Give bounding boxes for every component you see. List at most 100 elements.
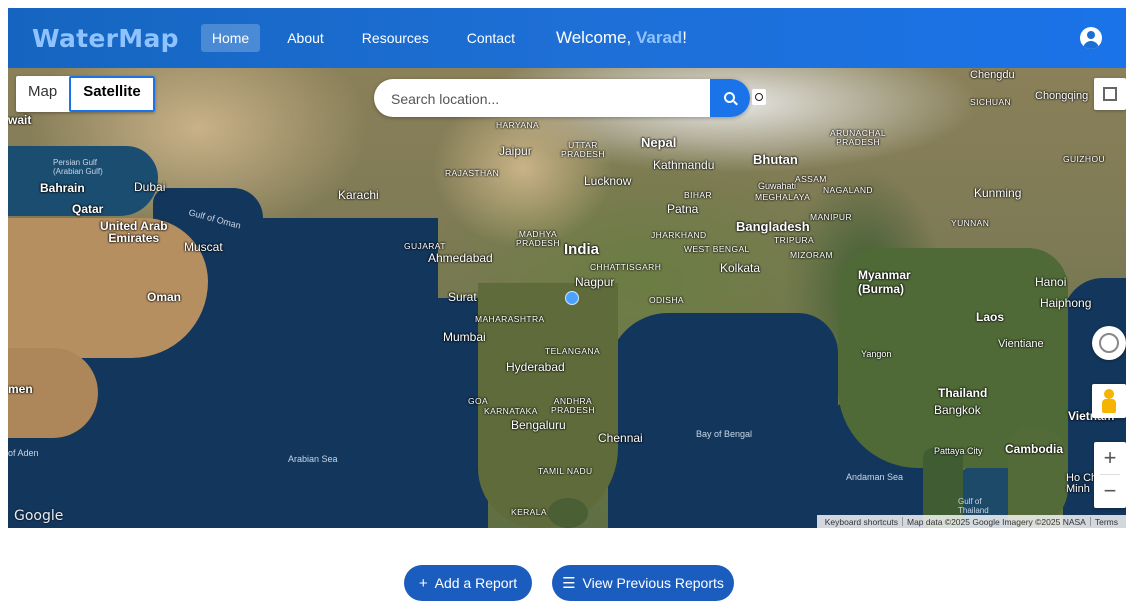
label-uttar-pradesh: UTTAR PRADESH xyxy=(561,140,605,159)
label-thailand: Thailand xyxy=(938,386,988,400)
label-madhya-pradesh: MADHYA PRADESH xyxy=(516,229,560,248)
label-gulf-of-aden: of Aden xyxy=(8,448,39,458)
list-icon: ☰ xyxy=(562,575,576,592)
label-mizoram: MIZORAM xyxy=(790,250,833,260)
label-karnataka: KARNATAKA xyxy=(484,406,538,416)
label-guwahati: Guwahati xyxy=(758,181,797,191)
label-gulf-of-thailand: Gulf of Thailand xyxy=(958,497,989,515)
label-kuwait: wait xyxy=(8,113,32,127)
label-tripura: TRIPURA xyxy=(774,235,815,245)
map-type-map[interactable]: Map xyxy=(16,76,69,108)
fullscreen-button[interactable] xyxy=(1094,78,1126,110)
label-yunnan: YUNNAN xyxy=(951,218,990,228)
plus-icon: + xyxy=(418,574,428,592)
nav-about[interactable]: About xyxy=(276,24,335,52)
map-type-control: Map Satellite xyxy=(16,76,155,112)
sri-lanka-tip xyxy=(548,498,588,528)
label-assam: ASSAM xyxy=(795,174,827,184)
welcome-prefix: Welcome, xyxy=(555,28,636,47)
label-haryana: HARYANA xyxy=(496,120,540,130)
label-dubai: Dubai xyxy=(134,180,166,194)
label-persian-gulf: Persian Gulf (Arabian Gulf) xyxy=(53,158,103,176)
label-maharashtra: MAHARASHTRA xyxy=(475,314,545,324)
label-laos: Laos xyxy=(976,310,1005,324)
nav-home[interactable]: Home xyxy=(200,24,261,52)
label-qatar: Qatar xyxy=(72,202,104,216)
camera-control-icon xyxy=(1099,333,1119,353)
street-view-pegman[interactable] xyxy=(1092,384,1126,418)
label-gujarat: GUJARAT xyxy=(404,241,446,251)
report-actions: + Add a Report ☰ View Previous Reports xyxy=(0,565,1126,601)
label-bangkok: Bangkok xyxy=(934,403,981,417)
label-patna: Patna xyxy=(667,202,699,216)
label-vientiane: Vientiane xyxy=(998,338,1044,350)
label-arabian-sea: Arabian Sea xyxy=(288,454,338,464)
label-surat: Surat xyxy=(448,290,477,304)
label-guizhou: GUIZHOU xyxy=(1063,154,1105,164)
add-report-button[interactable]: + Add a Report xyxy=(404,565,532,601)
label-myanmar: Myanmar (Burma) xyxy=(858,268,911,296)
search-input[interactable] xyxy=(389,79,703,117)
zoom-out-button[interactable]: − xyxy=(1094,475,1126,507)
label-pattaya: Pattaya City xyxy=(934,446,983,456)
map-attribution: Keyboard shortcuts Map data ©2025 Google… xyxy=(816,515,1126,528)
label-bay-of-bengal: Bay of Bengal xyxy=(696,429,753,439)
label-ahmedabad: Ahmedabad xyxy=(428,251,493,265)
main-nav: Home About Resources Contact xyxy=(200,24,542,52)
terms-link[interactable]: Terms xyxy=(1091,517,1122,527)
account-circle-icon[interactable] xyxy=(1080,27,1102,49)
location-marker[interactable] xyxy=(565,291,579,305)
label-yemen: men xyxy=(8,382,33,396)
label-chengdu: Chengdu xyxy=(970,69,1015,81)
nav-contact[interactable]: Contact xyxy=(456,24,526,52)
label-west-bengal: WEST BENGAL xyxy=(684,244,750,254)
label-tamil-nadu: TAMIL NADU xyxy=(538,466,593,476)
label-cambodia: Cambodia xyxy=(1005,442,1064,456)
nav-resources[interactable]: Resources xyxy=(351,24,440,52)
label-kunming: Kunming xyxy=(974,186,1022,200)
location-search xyxy=(374,79,750,117)
label-lucknow: Lucknow xyxy=(584,174,632,188)
keyboard-shortcuts-link[interactable]: Keyboard shortcuts xyxy=(821,517,902,527)
label-nagaland: NAGALAND xyxy=(823,185,873,195)
label-goa: GOA xyxy=(468,396,489,406)
brand-logo[interactable]: WaterMap xyxy=(32,24,179,53)
label-india: India xyxy=(564,241,600,258)
label-bihar: BIHAR xyxy=(684,190,712,200)
label-chennai: Chennai xyxy=(598,431,643,445)
label-kerala: KERALA xyxy=(511,507,547,517)
label-manipur: MANIPUR xyxy=(810,212,852,222)
label-bahrain: Bahrain xyxy=(40,181,85,195)
label-muscat: Muscat xyxy=(184,240,223,254)
add-report-label: Add a Report xyxy=(434,575,518,591)
view-reports-button[interactable]: ☰ View Previous Reports xyxy=(552,565,734,601)
welcome-message: Welcome, Varad! xyxy=(556,28,687,48)
view-reports-label: View Previous Reports xyxy=(582,575,724,591)
label-oman: Oman xyxy=(147,290,182,304)
label-chhattisgarh: CHHATTISGARH xyxy=(590,262,662,272)
zoom-controls: + − xyxy=(1094,442,1126,508)
label-meghalaya: MEGHALAYA xyxy=(755,192,811,202)
label-nepal: Nepal xyxy=(641,135,677,150)
label-kathmandu: Kathmandu xyxy=(653,158,715,172)
label-uae: United Arab Emirates xyxy=(100,219,168,245)
google-logo[interactable]: Google xyxy=(14,508,63,524)
label-hanoi: Hanoi xyxy=(1035,275,1067,289)
search-button[interactable] xyxy=(710,79,750,117)
label-andhra-pradesh: ANDHRA PRADESH xyxy=(551,396,595,415)
label-andaman-sea: Andaman Sea xyxy=(846,472,904,482)
label-haiphong: Haiphong xyxy=(1040,296,1092,310)
label-arunachal-pradesh: ARUNACHAL PRADESH xyxy=(830,128,887,147)
welcome-suffix: ! xyxy=(682,28,688,47)
satellite-map[interactable]: India Nepal Bhutan Bangladesh Myanmar (B… xyxy=(8,68,1126,528)
camera-control-button[interactable] xyxy=(1092,326,1126,360)
label-mumbai: Mumbai xyxy=(443,330,486,344)
label-jaipur: Jaipur xyxy=(499,144,532,158)
label-sichuan: SICHUAN xyxy=(970,97,1012,107)
label-kolkata: Kolkata xyxy=(720,261,761,275)
my-location-icon[interactable] xyxy=(752,89,766,105)
zoom-in-button[interactable]: + xyxy=(1094,442,1126,474)
label-odisha: ODISHA xyxy=(649,295,684,305)
bay-of-bengal-water xyxy=(608,313,838,528)
map-type-satellite[interactable]: Satellite xyxy=(69,76,155,112)
